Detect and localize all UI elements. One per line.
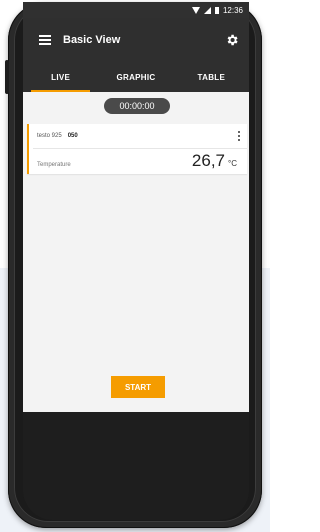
battery-icon	[214, 6, 219, 14]
page: 12:36 Basic View LIVE GRAPHIC TABLE 00:0…	[0, 0, 270, 532]
tab-table[interactable]: TABLE	[174, 62, 249, 92]
measurement-row: Temperature 26,7 °C	[29, 149, 247, 171]
timer-display: 00:00:00	[104, 98, 170, 114]
cell-signal-icon	[203, 6, 211, 14]
wifi-icon	[191, 6, 200, 14]
measurement-label: Temperature	[37, 162, 71, 168]
menu-icon[interactable]	[39, 35, 51, 45]
tab-graphic[interactable]: GRAPHIC	[98, 62, 173, 92]
device-serial: 050	[67, 133, 78, 139]
measurement-card: testo 925 050 Temperature 26,7 °C	[27, 124, 247, 174]
phone-side-button	[5, 60, 9, 94]
measurement-value: 26,7	[191, 151, 226, 170]
status-bar: 12:36	[23, 2, 249, 18]
tab-bar: LIVE GRAPHIC TABLE	[23, 62, 249, 92]
live-content: 00:00:00 testo 925 050 Temperature 26,7 …	[23, 92, 249, 412]
start-button[interactable]: START	[111, 376, 165, 398]
tab-live[interactable]: LIVE	[23, 62, 98, 92]
card-header: testo 925 050	[29, 124, 247, 142]
status-time: 12:36	[222, 5, 243, 15]
measurement-unit: °C	[228, 159, 237, 168]
phone-screen: 12:36 Basic View LIVE GRAPHIC TABLE 00:0…	[23, 2, 249, 412]
device-name: testo 925	[37, 133, 62, 139]
more-options-icon[interactable]	[237, 131, 241, 141]
phone-bottom-bezel	[23, 412, 249, 520]
gear-icon[interactable]	[225, 33, 239, 47]
page-title: Basic View	[63, 34, 121, 46]
app-bar: Basic View	[23, 18, 249, 62]
